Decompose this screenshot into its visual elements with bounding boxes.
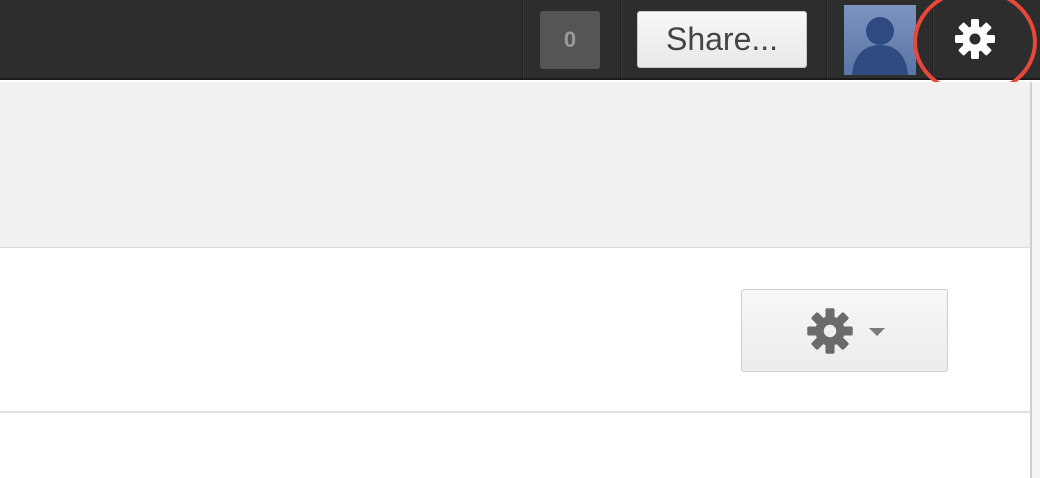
scrollbar-edge <box>1030 82 1040 478</box>
page-header-area <box>0 82 1030 248</box>
chevron-down-icon <box>868 327 885 336</box>
avatar[interactable] <box>844 5 916 75</box>
notification-count: 0 <box>563 27 577 52</box>
settings-dropdown-button[interactable] <box>741 289 948 372</box>
topbar-divider <box>522 0 523 78</box>
topbar-divider <box>620 0 621 78</box>
topbar-divider <box>826 0 827 78</box>
user-silhouette-icon <box>852 17 908 75</box>
gear-icon <box>955 19 995 59</box>
share-button-label: Share... <box>665 21 779 57</box>
settings-button[interactable] <box>920 0 1030 78</box>
top-navigation-bar: 0 Share... <box>0 0 1040 80</box>
notification-count-button[interactable]: 0 <box>540 11 600 69</box>
share-button[interactable]: Share... <box>637 11 807 68</box>
gear-icon <box>806 307 853 354</box>
